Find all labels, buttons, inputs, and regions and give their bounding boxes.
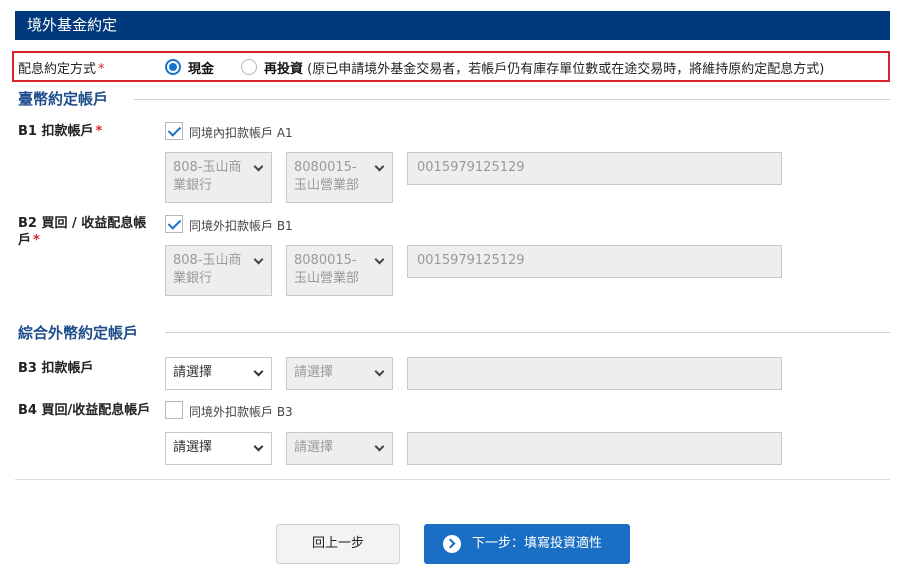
b3-label: B3 扣款帳戶	[18, 361, 94, 376]
b3-branch-value: 請選擇	[294, 365, 334, 380]
b2-account-input[interactable]: 0015979125129	[407, 245, 782, 278]
twd-section-divider	[134, 99, 890, 100]
b2-branch-select[interactable]: 8080015-玉山營業部	[286, 245, 393, 296]
b4-bank-select[interactable]: 請選擇	[165, 432, 272, 465]
b4-checkbox-label: 同境外扣款帳戶 B3	[189, 405, 293, 419]
chevron-down-icon	[374, 254, 385, 265]
b1-label-text: B1 扣款帳戶	[18, 124, 94, 139]
b2-label: B2 買回 / 收益配息帳戶 *	[18, 215, 153, 249]
b1-same-as-a1-checkbox[interactable]	[165, 122, 183, 140]
radio-cash-text: 現金	[188, 62, 215, 77]
b1-account-input[interactable]: 0015979125129	[407, 152, 782, 185]
chevron-down-icon	[253, 161, 264, 172]
b2-bank-value: 808-玉山商業銀行	[173, 253, 242, 286]
chevron-down-icon	[374, 366, 385, 377]
b2-checkbox-label: 同境外扣款帳戶 B1	[189, 219, 293, 233]
fx-section-divider	[165, 332, 890, 333]
b4-branch-value: 請選擇	[294, 440, 334, 455]
b3-bank-select[interactable]: 請選擇	[165, 357, 272, 390]
required-mark: *	[95, 124, 103, 139]
distribution-label-text: 配息約定方式	[18, 62, 97, 77]
b3-bank-value: 請選擇	[173, 365, 213, 380]
distribution-label: 配息約定方式 *	[18, 58, 105, 77]
chevron-down-icon	[374, 441, 385, 452]
section-header: 境外基金約定	[15, 11, 890, 40]
b4-branch-select[interactable]: 請選擇	[286, 432, 393, 465]
reinvest-note: (原已申請境外基金交易者，若帳戶仍有庫存單位數或在途交易時，將維持原約定配息方式…	[307, 62, 825, 77]
b4-same-as-b3-checkbox[interactable]	[165, 401, 183, 419]
radio-cash-label[interactable]: 現金	[188, 58, 214, 77]
required-mark: *	[98, 62, 105, 77]
b4-bank-value: 請選擇	[173, 440, 213, 455]
chevron-down-icon	[374, 161, 385, 172]
prev-step-button[interactable]: 回上一步	[276, 524, 400, 564]
radio-reinvest[interactable]	[241, 59, 257, 75]
b4-label: B4 買回/收益配息帳戶	[18, 403, 151, 418]
b1-checkbox-label: 同境內扣款帳戶 A1	[189, 126, 293, 140]
next-step-label: 下一步：填寫投資適性	[472, 536, 603, 551]
b1-branch-select[interactable]: 8080015-玉山營業部	[286, 152, 393, 203]
b1-branch-value: 8080015-玉山營業部	[294, 160, 360, 193]
twd-section-title: 臺幣約定帳戶	[18, 90, 109, 108]
radio-reinvest-text: 再投資	[264, 62, 304, 77]
b2-branch-value: 8080015-玉山營業部	[294, 253, 360, 286]
radio-reinvest-label[interactable]: 再投資 (原已申請境外基金交易者，若帳戶仍有庫存單位數或在途交易時，將維持原約定…	[264, 58, 824, 77]
b4-account-input[interactable]	[407, 432, 782, 465]
b2-same-as-b1-checkbox[interactable]	[165, 215, 183, 233]
b1-bank-select[interactable]: 808-玉山商業銀行	[165, 152, 272, 203]
required-mark: *	[33, 233, 40, 248]
b1-bank-value: 808-玉山商業銀行	[173, 160, 242, 193]
fx-section-title: 綜合外幣約定帳戶	[18, 324, 139, 342]
chevron-down-icon	[253, 441, 264, 452]
form-divider	[15, 479, 890, 480]
b1-label: B1 扣款帳戶 *	[18, 123, 102, 140]
b2-bank-select[interactable]: 808-玉山商業銀行	[165, 245, 272, 296]
b3-branch-select[interactable]: 請選擇	[286, 357, 393, 390]
next-step-button[interactable]: 下一步：填寫投資適性	[424, 524, 630, 564]
chevron-right-circle-icon	[443, 535, 461, 553]
chevron-down-icon	[253, 366, 264, 377]
radio-cash[interactable]	[165, 59, 181, 75]
b3-account-input[interactable]	[407, 357, 782, 390]
chevron-down-icon	[253, 254, 264, 265]
